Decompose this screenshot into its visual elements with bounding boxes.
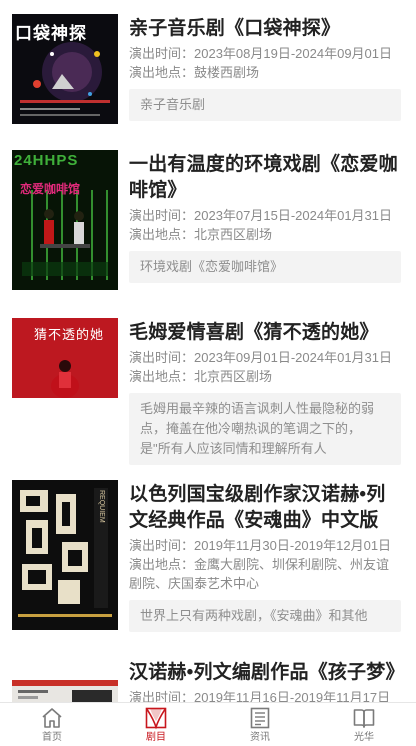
poster-header: 24HHPS (14, 152, 79, 169)
list-item[interactable]: 口袋神探 亲子音乐剧《口袋神探》 演出时间：2023年08月19日-2024年0… (0, 12, 416, 128)
show-description: 毛姆用最辛辣的语言讽刺人性最隐秘的弱点，掩盖在他冷嘲热讽的笔调之下的，是"所有人… (129, 393, 401, 465)
show-venue: 演出地点：金鹰大剧院、圳保利剧院、州友谊剧院、庆国泰艺术中心 (129, 557, 390, 591)
tab-news-label: 资讯 (250, 732, 270, 743)
show-title[interactable]: 汉诺赫•列文编剧作品《孩子梦》 (129, 660, 404, 686)
show-venue: 演出地点：北京西区剧场 (129, 227, 273, 242)
poster-image[interactable]: 24HHPS 恋爱咖啡馆 (12, 150, 118, 290)
poster-image[interactable]: 猜不透的她 (12, 318, 118, 398)
poster-image[interactable]: 口袋神探 (12, 14, 118, 124)
poster-image[interactable] (12, 680, 118, 702)
show-list: 口袋神探 亲子音乐剧《口袋神探》 演出时间：2023年08月19日-2024年0… (0, 0, 416, 702)
show-date: 演出时间：2019年11月30日-2019年12月01日 (129, 538, 392, 553)
poster-title: 恋爱咖啡馆 (20, 182, 81, 196)
show-title[interactable]: 一出有温度的环境戏剧《恋爱咖啡馆》 (129, 152, 401, 204)
list-item[interactable]: 汉诺赫•列文编剧作品《孩子梦》 演出时间：2019年11月16日-2019年11… (0, 662, 416, 702)
show-date: 演出时间：2019年11月16日-2019年11月17日 (129, 690, 391, 702)
show-description: 环境戏剧《恋爱咖啡馆》 (129, 251, 401, 283)
tab-guanghua-label: 光华 (354, 732, 374, 743)
tab-repertoire[interactable]: 剧目 (104, 703, 208, 746)
poster-title: 口袋神探 (15, 24, 87, 44)
poster-image[interactable]: REQUIEM (12, 480, 118, 630)
show-title[interactable]: 亲子音乐剧《口袋神探》 (129, 16, 401, 42)
list-item[interactable]: 猜不透的她 毛姆爱情喜剧《猜不透的她》 演出时间：2023年09月01日-202… (0, 318, 416, 465)
bottom-tab-bar: 首页 剧目 资讯 光华 (0, 702, 416, 746)
show-venue: 演出地点：北京西区剧场 (129, 369, 273, 384)
tab-home[interactable]: 首页 (0, 703, 104, 746)
tab-home-label: 首页 (42, 732, 62, 743)
poster-subtitle: REQUIEM (98, 490, 105, 523)
book-icon (353, 709, 375, 728)
list-item[interactable]: REQUIEM 以色列国宝级剧作家汉诺赫•列文经典作品《安魂曲》中文版 演出时间… (0, 480, 416, 640)
show-title[interactable]: 毛姆爱情喜剧《猜不透的她》 (129, 320, 401, 346)
show-venue: 演出地点：鼓楼西剧场 (129, 65, 260, 80)
show-date: 演出时间：2023年09月01日-2024年01月31日 (129, 350, 393, 365)
list-item[interactable]: 24HHPS 恋爱咖啡馆 一出有温度的环境戏剧《恋爱咖啡馆》 演出时间：2023… (0, 150, 416, 295)
tab-news[interactable]: 资讯 (208, 703, 312, 746)
show-description: 世界上只有两种戏剧，《安魂曲》和其他 (129, 600, 401, 632)
show-title[interactable]: 以色列国宝级剧作家汉诺赫•列文经典作品《安魂曲》中文版 (129, 482, 401, 534)
show-description: 亲子音乐剧 (129, 89, 401, 121)
tab-repertoire-label: 剧目 (146, 732, 166, 743)
theater-icon (145, 707, 167, 730)
poster-title: 猜不透的她 (34, 327, 105, 342)
show-date: 演出时间：2023年08月19日-2024年09月01日 (129, 46, 393, 61)
home-icon (42, 708, 62, 728)
show-date: 演出时间：2023年07月15日-2024年01月31日 (129, 208, 393, 223)
news-icon (250, 707, 270, 729)
tab-guanghua[interactable]: 光华 (312, 703, 416, 746)
